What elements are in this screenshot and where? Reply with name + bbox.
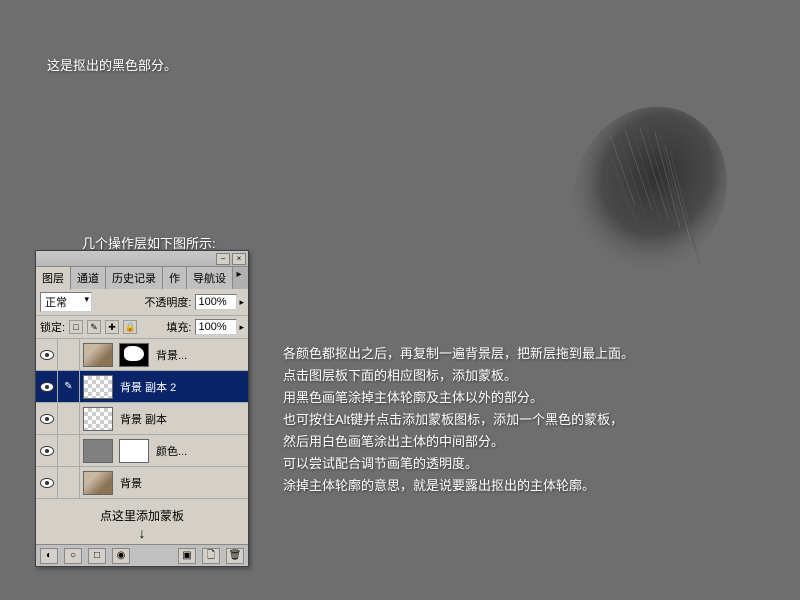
layer-thumbnail[interactable] bbox=[83, 343, 113, 367]
tab-layers[interactable]: 图层 bbox=[36, 267, 71, 290]
opacity-label: 不透明度: bbox=[144, 294, 191, 310]
layer-row[interactable]: 背景 bbox=[36, 467, 248, 499]
fill-input[interactable]: 100% bbox=[195, 319, 237, 335]
layer-row[interactable]: 颜色... bbox=[36, 435, 248, 467]
visibility-toggle[interactable] bbox=[36, 435, 58, 466]
visibility-toggle[interactable] bbox=[36, 339, 58, 370]
layer-name[interactable]: 背景 副本 bbox=[120, 411, 167, 427]
folder-button[interactable]: ▣ bbox=[178, 548, 196, 564]
layer-name[interactable]: 背景... bbox=[156, 347, 187, 363]
delete-layer-button[interactable]: 🗑 bbox=[226, 548, 244, 564]
visibility-toggle[interactable] bbox=[36, 403, 58, 434]
layer-set-button[interactable]: □ bbox=[88, 548, 106, 564]
layers-panel: – × 图层 通道 历史记录 作 导航设 ▸ 正常 不透明度: 100% ▸ 锁… bbox=[35, 250, 249, 567]
panel-menu-button[interactable]: ▸ bbox=[232, 269, 246, 283]
fill-arrow-icon[interactable]: ▸ bbox=[239, 322, 244, 333]
tab-nav[interactable]: 导航设 bbox=[187, 267, 233, 289]
layer-name[interactable]: 颜色... bbox=[156, 443, 187, 459]
layer-name[interactable]: 背景 副本 2 bbox=[120, 379, 176, 395]
eye-icon bbox=[40, 414, 54, 424]
fx-button[interactable]: ◐ bbox=[40, 548, 58, 564]
new-layer-button[interactable]: 🗋 bbox=[202, 548, 220, 564]
eye-icon bbox=[40, 382, 54, 392]
layer-row[interactable]: 背景... bbox=[36, 339, 248, 371]
eye-icon bbox=[40, 446, 54, 456]
tab-history[interactable]: 历史记录 bbox=[106, 267, 163, 289]
lock-fill-row: 锁定: □ ✎ ✚ 🔒 填充: 100% ▸ bbox=[36, 316, 248, 339]
instructions-text: 各颜色都抠出之后，再复制一遍背景层，把新层拖到最上面。 点击图层板下面的相应图标… bbox=[283, 343, 634, 497]
layer-thumbnail[interactable] bbox=[83, 471, 113, 495]
blend-opacity-row: 正常 不透明度: 100% ▸ bbox=[36, 289, 248, 316]
link-col[interactable] bbox=[58, 403, 80, 434]
layer-thumbnail[interactable] bbox=[83, 375, 113, 399]
adjustment-layer-button[interactable]: ◉ bbox=[112, 548, 130, 564]
tab-actions[interactable]: 作 bbox=[163, 267, 187, 289]
visibility-toggle[interactable] bbox=[36, 467, 58, 498]
link-col[interactable] bbox=[58, 435, 80, 466]
layer-thumbnail[interactable] bbox=[83, 439, 113, 463]
opacity-arrow-icon[interactable]: ▸ bbox=[239, 297, 244, 308]
top-description: 这是抠出的黑色部分。 bbox=[47, 55, 177, 74]
mask-thumbnail[interactable] bbox=[119, 439, 149, 463]
lock-all-icon[interactable]: 🔒 bbox=[123, 320, 137, 334]
eye-icon bbox=[40, 350, 54, 360]
mask-hint-text: 点这里添加蒙板 bbox=[36, 499, 248, 526]
fur-brush-stroke bbox=[560, 100, 740, 300]
lock-position-icon[interactable]: ✚ bbox=[105, 320, 119, 334]
layer-name[interactable]: 背景 bbox=[120, 475, 142, 491]
layers-list: 背景... ✎ 背景 副本 2 背景 副本 颜色... 背景 bbox=[36, 339, 248, 499]
panel-tabs: 图层 通道 历史记录 作 导航设 bbox=[36, 267, 248, 289]
lock-pixels-icon[interactable]: ✎ bbox=[87, 320, 101, 334]
fill-label: 填充: bbox=[166, 319, 191, 335]
link-col[interactable]: ✎ bbox=[58, 371, 80, 402]
arrow-down-icon: ↓ bbox=[36, 526, 248, 544]
eye-icon bbox=[40, 478, 54, 488]
lock-label: 锁定: bbox=[40, 319, 65, 335]
minimize-button[interactable]: – bbox=[216, 253, 230, 265]
add-mask-button[interactable]: ○ bbox=[64, 548, 82, 564]
close-button[interactable]: × bbox=[232, 253, 246, 265]
layer-row[interactable]: ✎ 背景 副本 2 bbox=[36, 371, 248, 403]
lock-transparency-icon[interactable]: □ bbox=[69, 320, 83, 334]
visibility-toggle[interactable] bbox=[36, 371, 58, 402]
layer-thumbnail[interactable] bbox=[83, 407, 113, 431]
panel-titlebar[interactable]: – × bbox=[36, 251, 248, 267]
panel-footer: ◐ ○ □ ◉ ▣ 🗋 🗑 bbox=[36, 544, 248, 566]
tab-channels[interactable]: 通道 bbox=[71, 267, 106, 289]
layer-row[interactable]: 背景 副本 bbox=[36, 403, 248, 435]
link-col[interactable] bbox=[58, 467, 80, 498]
blend-mode-dropdown[interactable]: 正常 bbox=[40, 292, 92, 312]
link-col[interactable] bbox=[58, 339, 80, 370]
mask-thumbnail[interactable] bbox=[119, 343, 149, 367]
opacity-input[interactable]: 100% bbox=[195, 294, 237, 310]
